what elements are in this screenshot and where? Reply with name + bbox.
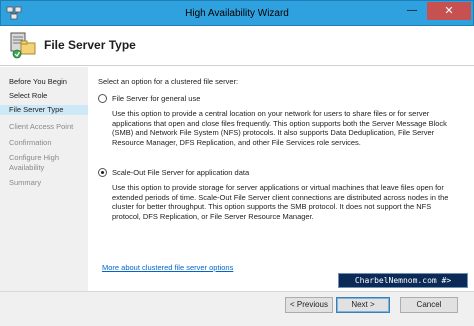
minimize-button[interactable]: —: [401, 2, 423, 20]
scale-out-radio[interactable]: [98, 168, 107, 177]
previous-button[interactable]: < Previous: [285, 297, 333, 313]
description-line: Resource Manager, DFS Replication, and o…: [112, 137, 361, 147]
description-line: extended periods of time. Scale-Out File…: [112, 192, 449, 202]
general-use-label[interactable]: File Server for general use: [112, 94, 200, 103]
step-availability: Availability: [9, 163, 45, 172]
next-button[interactable]: Next >: [336, 297, 390, 313]
wizard-steps-sidebar: Before You Begin Select Role File Server…: [0, 67, 88, 291]
description-line: cluster for better throughput. This opti…: [112, 202, 432, 211]
close-button[interactable]: ✕: [427, 2, 471, 20]
step-configure-high: Configure High: [9, 153, 60, 162]
scale-out-label[interactable]: Scale-Out File Server for application da…: [112, 168, 249, 177]
wizard-header: File Server Type: [0, 26, 474, 66]
step-client-access-point: Client Access Point: [9, 122, 74, 131]
description-line: Use this option to provide a central loc…: [112, 109, 430, 118]
general-use-radio[interactable]: [98, 94, 107, 103]
option-prompt: Select an option for a clustered file se…: [98, 77, 239, 86]
scale-out-description: Use this option to provide storage for s…: [112, 183, 462, 221]
step-before-you-begin[interactable]: Before You Begin: [0, 77, 88, 87]
description-line: Use this option to provide storage for s…: [112, 183, 444, 192]
file-server-icon: [10, 32, 36, 59]
step-summary: Summary: [9, 178, 42, 187]
wizard-footer: < Previous Next > Cancel: [0, 291, 474, 326]
step-confirmation: Confirmation: [9, 138, 52, 147]
step-select-role[interactable]: Select Role: [0, 91, 88, 101]
general-use-description: Use this option to provide a central loc…: [112, 109, 462, 147]
cancel-button[interactable]: Cancel: [400, 297, 458, 313]
page-title: File Server Type: [44, 38, 136, 52]
more-info-link[interactable]: More about clustered file server options: [102, 263, 233, 272]
description-line: applications that open and close files f…: [112, 118, 447, 128]
description-line: protocol, DFS Replication, or File Serve…: [112, 211, 314, 221]
step-file-server-type[interactable]: File Server Type: [0, 105, 88, 115]
title-bar: High Availability Wizard — ✕: [0, 0, 474, 26]
description-line: (SMB) and Network File System (NFS) prot…: [112, 128, 435, 137]
wizard-content: Select an option for a clustered file se…: [88, 67, 474, 291]
watermark: CharbelNemnom.com #>: [338, 273, 468, 288]
